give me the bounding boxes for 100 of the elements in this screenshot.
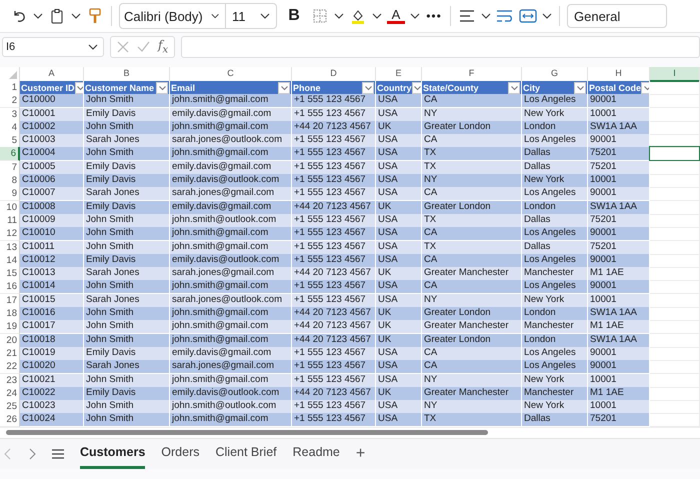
- table-cell: C10008: [20, 200, 84, 215]
- table-cell: New York: [522, 108, 588, 122]
- row-number[interactable]: 14: [0, 254, 20, 268]
- cancel-icon[interactable]: [117, 41, 129, 53]
- caret-icon[interactable]: [542, 11, 552, 21]
- table-cell: john.smith@gmail.com: [170, 120, 292, 135]
- row-number[interactable]: 21: [0, 346, 20, 361]
- bold-button[interactable]: B: [282, 6, 306, 26]
- table-cell: 75201: [588, 240, 650, 255]
- row-number[interactable]: 16: [0, 280, 20, 294]
- table-cell: emily.davis@outlook.com: [170, 386, 292, 401]
- sheet-tab[interactable]: Orders: [161, 438, 200, 469]
- row-number[interactable]: 24: [0, 386, 20, 401]
- filter-button[interactable]: [508, 82, 520, 94]
- row-number[interactable]: 11: [0, 214, 20, 228]
- table-cell: emily.davis@gmail.com: [170, 346, 292, 361]
- row-number[interactable]: 26: [0, 413, 20, 428]
- filter-button[interactable]: [412, 82, 421, 94]
- row-number[interactable]: 2: [0, 94, 20, 108]
- table-cell: C10023: [20, 400, 84, 414]
- table-cell: NY: [422, 374, 522, 388]
- table-cell: NY: [422, 400, 522, 414]
- table-cell: SW1A 1AA: [588, 120, 650, 135]
- table-cell: John Smith: [84, 320, 170, 334]
- caret-icon[interactable]: [334, 11, 344, 21]
- table-cell: USA: [376, 187, 422, 202]
- table-cell: Emily Davis: [84, 200, 170, 215]
- caret-icon[interactable]: [33, 11, 43, 21]
- table-cell: emily.davis@gmail.com: [170, 200, 292, 215]
- caret-icon: [576, 86, 584, 90]
- check-icon[interactable]: [137, 41, 150, 53]
- table-cell: C10017: [20, 320, 84, 334]
- font-size-dropdown[interactable]: 11: [226, 4, 276, 28]
- column-title: Customer ID: [21, 83, 75, 93]
- next-sheet-icon[interactable]: [28, 448, 36, 460]
- previous-sheet-icon[interactable]: [4, 448, 12, 460]
- row-number[interactable]: 15: [0, 267, 20, 282]
- menu-icon[interactable]: [52, 448, 64, 459]
- table-cell: CA: [422, 134, 522, 148]
- row-number[interactable]: 9: [0, 187, 20, 202]
- filter-button[interactable]: [278, 82, 290, 94]
- table-cell: Dallas: [522, 240, 588, 255]
- row-number[interactable]: 4: [0, 120, 20, 135]
- table-cell: +1 555 123 4567: [292, 214, 376, 228]
- row-number[interactable]: 22: [0, 360, 20, 374]
- sheet-tab[interactable]: Readme: [292, 438, 340, 469]
- caret-icon[interactable]: [410, 11, 420, 21]
- table-cell: 90001: [588, 227, 650, 242]
- table-cell: John Smith: [84, 120, 170, 135]
- name-box[interactable]: I6: [2, 37, 104, 57]
- table-cell: C10014: [20, 280, 84, 294]
- insert-function-button[interactable]: f$_{x}$: [158, 38, 168, 56]
- sheet-tab[interactable]: Client Brief: [216, 438, 277, 469]
- row-number[interactable]: 5: [0, 134, 20, 148]
- column-header[interactable]: I: [650, 67, 700, 82]
- table-cell: USA: [376, 413, 422, 428]
- table-cell: Los Angeles: [522, 280, 588, 294]
- table-cell: Sarah Jones: [84, 267, 170, 282]
- table-cell: john.smith@gmail.com: [170, 240, 292, 255]
- table-cell: C10016: [20, 307, 84, 322]
- font-color-button[interactable]: A: [387, 8, 405, 24]
- row-number[interactable]: 6: [0, 147, 20, 162]
- caret-icon: [510, 86, 518, 90]
- table-cell: Greater London: [422, 200, 522, 215]
- row-number[interactable]: 18: [0, 307, 20, 322]
- table-cell: 90001: [588, 254, 650, 268]
- formula-input[interactable]: [181, 36, 700, 58]
- table-cell: +1 555 123 4567: [292, 400, 376, 414]
- table-cell: emily.davis@outlook.com: [170, 254, 292, 268]
- table-cell: C10009: [20, 214, 84, 228]
- add-sheet-button[interactable]: +: [356, 444, 366, 463]
- table-cell: +44 20 7123 4567: [292, 307, 376, 322]
- table-cell: USA: [376, 108, 422, 122]
- table-cell: Emily Davis: [84, 346, 170, 361]
- filter-button[interactable]: [362, 82, 374, 94]
- more-button[interactable]: •••: [425, 6, 443, 26]
- filter-button[interactable]: [74, 82, 83, 94]
- paint-bucket-icon: [350, 8, 366, 24]
- caret-icon[interactable]: [481, 11, 491, 21]
- table-cell: john.smith@gmail.com: [170, 374, 292, 388]
- caret-icon[interactable]: [372, 11, 382, 21]
- column-title: Customer Name: [85, 83, 154, 93]
- table-cell: +1 555 123 4567: [292, 240, 376, 255]
- number-format-dropdown[interactable]: General: [567, 4, 667, 28]
- filter-button[interactable]: [156, 82, 168, 94]
- table-cell: Los Angeles: [522, 94, 588, 108]
- font-dropdown[interactable]: Calibri (Body): [120, 4, 226, 28]
- row-number[interactable]: 19: [0, 320, 20, 334]
- row-number[interactable]: 12: [0, 227, 20, 242]
- table-cell: Emily Davis: [84, 174, 170, 188]
- row-number[interactable]: 25: [0, 400, 20, 414]
- table-cell: New York: [522, 374, 588, 388]
- caret-icon: [364, 86, 372, 90]
- row-number[interactable]: 8: [0, 174, 20, 188]
- caret-icon[interactable]: [71, 11, 81, 21]
- table-cell: Greater Manchester: [422, 386, 522, 401]
- row-number[interactable]: 1: [0, 81, 20, 95]
- filter-button[interactable]: [574, 82, 586, 94]
- scrollbar-thumb[interactable]: [6, 430, 488, 435]
- sheet-tab[interactable]: Customers: [80, 438, 146, 469]
